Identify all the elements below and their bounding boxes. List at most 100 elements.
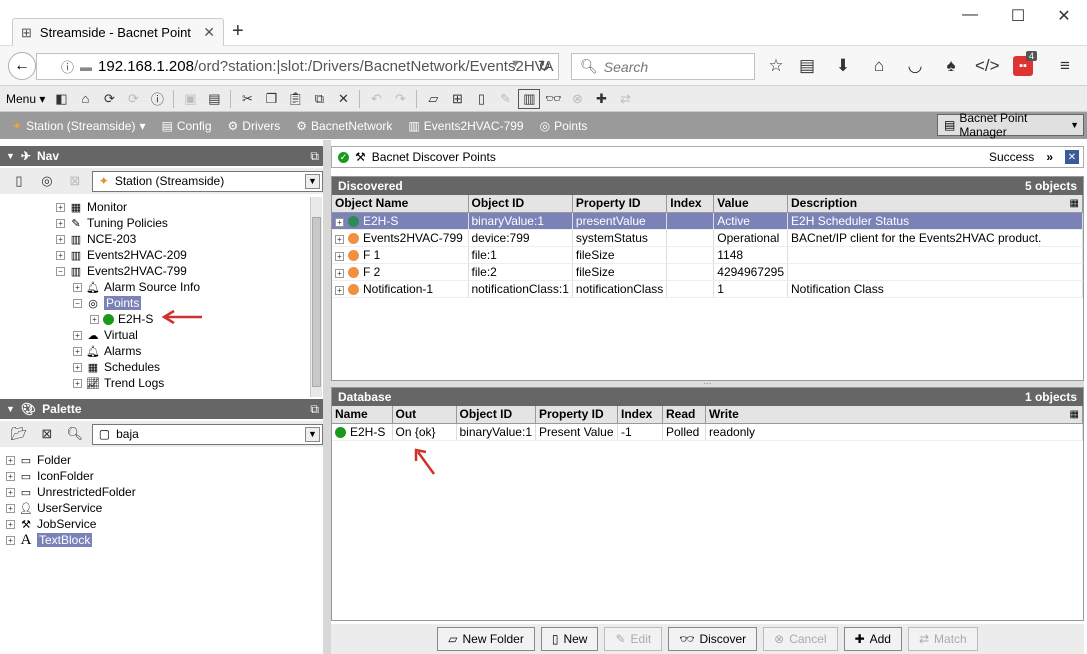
station-select[interactable]: ✦ Station (Streamside) ▼	[91, 170, 323, 192]
new-ord-icon[interactable]: ▯	[8, 171, 30, 191]
col-header[interactable]: Name	[332, 406, 393, 424]
tree-item[interactable]: + ▥ NCE-203	[56, 231, 136, 247]
dev-tools-icon[interactable]: </>	[975, 56, 1000, 76]
new-folder-button[interactable]: ▱ New Folder	[437, 627, 535, 651]
close-tab-icon[interactable]: ✕	[203, 24, 215, 41]
col-header[interactable]: Description	[787, 195, 1083, 213]
new-point-icon[interactable]: ▯	[470, 89, 492, 109]
home-icon[interactable]: ⌂	[867, 56, 891, 76]
edit-button[interactable]: ✎ Edit	[604, 627, 663, 651]
new-folder-icon[interactable]: ▱	[422, 89, 444, 109]
home-icon[interactable]: ⌂	[74, 89, 96, 109]
sync-icon[interactable]: ◎	[36, 171, 58, 191]
palette-pane-toggle-icon[interactable]: ▼	[6, 404, 15, 414]
tree-item[interactable]: − ◎ Points	[73, 295, 142, 311]
maximize-button[interactable]: ☐	[1003, 6, 1033, 26]
expand-icon[interactable]: +	[56, 234, 65, 244]
duplicate-icon[interactable]: ⧉	[308, 89, 330, 109]
expand-icon[interactable]: +	[335, 234, 344, 244]
paste-icon[interactable]: 📋︎	[284, 89, 306, 109]
col-header[interactable]: Object Name	[332, 195, 469, 213]
expand-icon[interactable]: +	[56, 218, 65, 228]
tree-item[interactable]: + 📈︎ Trend Logs	[73, 375, 164, 391]
expand-icon[interactable]: +	[335, 285, 344, 295]
expand-icon[interactable]: +	[56, 202, 65, 212]
column-chooser-icon[interactable]: ▦	[1070, 409, 1079, 420]
reload-icon[interactable]: ↻	[538, 57, 551, 75]
palette-item[interactable]: + ▭ IconFolder	[6, 468, 94, 484]
info-icon[interactable]: ⓘ	[146, 89, 168, 109]
col-header[interactable]: Property ID	[535, 406, 618, 424]
table-row[interactable]: E2H-S On {ok} binaryValue:1 Present Valu…	[332, 423, 1083, 441]
col-header[interactable]: Out	[392, 406, 457, 424]
expand-icon[interactable]: +	[335, 268, 344, 278]
scroll-thumb[interactable]	[312, 217, 321, 387]
side-bar-icon[interactable]: ◧	[50, 89, 72, 109]
collapse-icon[interactable]: −	[56, 266, 65, 276]
loc-device[interactable]: ▥ Events2HVAC-799	[402, 115, 529, 137]
find-icon[interactable]: 🔍︎	[64, 424, 86, 444]
job-details-icon[interactable]: »	[1046, 150, 1053, 164]
expand-icon[interactable]: +	[73, 282, 82, 292]
discover-button[interactable]: 👓︎ Discover	[668, 627, 758, 651]
back-button[interactable]: ←	[8, 52, 36, 80]
copy-icon[interactable]: ❐	[260, 89, 282, 109]
hierarchy-icon[interactable]: ⊞	[446, 89, 468, 109]
hamburger-menu-icon[interactable]: ≡	[1053, 56, 1077, 76]
expand-icon[interactable]: +	[56, 250, 65, 260]
loc-points[interactable]: ◎ Points	[534, 115, 594, 137]
table-row[interactable]: + F 2 file:2 fileSize 4294967295	[332, 263, 1083, 281]
palette-item[interactable]: + ⚒ JobService	[6, 516, 96, 532]
maximize-pane-icon[interactable]: ⧉	[310, 149, 319, 164]
expand-icon[interactable]: +	[335, 217, 344, 227]
cut-icon[interactable]: ✂	[236, 89, 258, 109]
tree-item[interactable]: + E2H-S	[90, 311, 153, 327]
close-palette-icon[interactable]: ⊠	[36, 424, 58, 444]
tree-item[interactable]: + ▦ Monitor	[56, 199, 127, 215]
table-row[interactable]: + Notification-1 notificationClass:1 noti…	[332, 280, 1083, 298]
col-header[interactable]: Object ID	[456, 406, 536, 424]
table-view-icon[interactable]: ▥	[518, 88, 541, 109]
palette-item[interactable]: + 👤︎ UserService	[6, 500, 102, 516]
expand-icon[interactable]: +	[90, 314, 99, 324]
pane-splitter[interactable]	[323, 140, 331, 654]
loc-config[interactable]: ▤ Config	[155, 115, 217, 137]
expand-icon[interactable]: +	[6, 535, 15, 545]
minimize-button[interactable]: —	[955, 6, 985, 24]
menu-button[interactable]: Menu ▾	[3, 92, 48, 106]
delete-icon[interactable]: ✕	[332, 89, 354, 109]
url-bar[interactable]: ⓘ ▬ 192.168.1.208/ord?station:|slot:/Dri…	[36, 53, 559, 80]
maximize-pane-icon[interactable]: ⧉	[310, 402, 319, 417]
expand-icon[interactable]: +	[6, 519, 15, 529]
tree-item[interactable]: + ✎ Tuning Policies	[56, 215, 168, 231]
nav-pane-toggle-icon[interactable]: ▼	[6, 151, 15, 161]
new-button[interactable]: ▯ New	[540, 627, 599, 651]
url-dropdown-icon[interactable]: ▼	[510, 58, 521, 70]
col-header[interactable]: Read	[662, 406, 706, 424]
cancel-button[interactable]: ⊗ Cancel	[763, 627, 838, 651]
table-row[interactable]: + F 1 file:1 fileSize 1148	[332, 246, 1083, 264]
view-selector[interactable]: ▤ Bacnet Point Manager ▼	[937, 111, 1084, 139]
palette-item[interactable]: + ▭ UnrestrictedFolder	[6, 484, 136, 500]
new-tab-button[interactable]: +	[232, 20, 244, 43]
col-header[interactable]: Index	[617, 406, 663, 424]
table-row[interactable]: + Events2HVAC-799 device:799 systemStatus…	[332, 229, 1083, 247]
match-button[interactable]: ⇄ Match	[907, 627, 978, 651]
tree-item[interactable]: + ☁ Virtual	[73, 327, 138, 343]
expand-icon[interactable]: +	[6, 487, 15, 497]
loc-station[interactable]: ✦ Station (Streamside) ▾	[6, 115, 151, 137]
palette-item[interactable]: + ▭ Folder	[6, 452, 71, 468]
col-header[interactable]: Write	[705, 406, 1083, 424]
add-icon[interactable]: ✚	[590, 89, 612, 109]
tree-item[interactable]: + ▦ Schedules	[73, 359, 160, 375]
reading-list-icon[interactable]: ▤	[795, 56, 819, 76]
palette-item[interactable]: + A TextBlock	[6, 532, 93, 548]
tree-item[interactable]: + ▥ Events2HVAC-209	[56, 247, 187, 263]
col-header[interactable]: Property ID	[572, 195, 668, 213]
tree-item[interactable]: − ▥ Events2HVAC-799	[56, 263, 187, 279]
pocket-icon[interactable]: ◡	[903, 56, 927, 76]
expand-icon[interactable]: +	[73, 378, 82, 388]
close-icon[interactable]: ✕	[1065, 150, 1079, 164]
expand-icon[interactable]: +	[6, 455, 15, 465]
info-icon[interactable]: ⓘ	[61, 57, 74, 76]
